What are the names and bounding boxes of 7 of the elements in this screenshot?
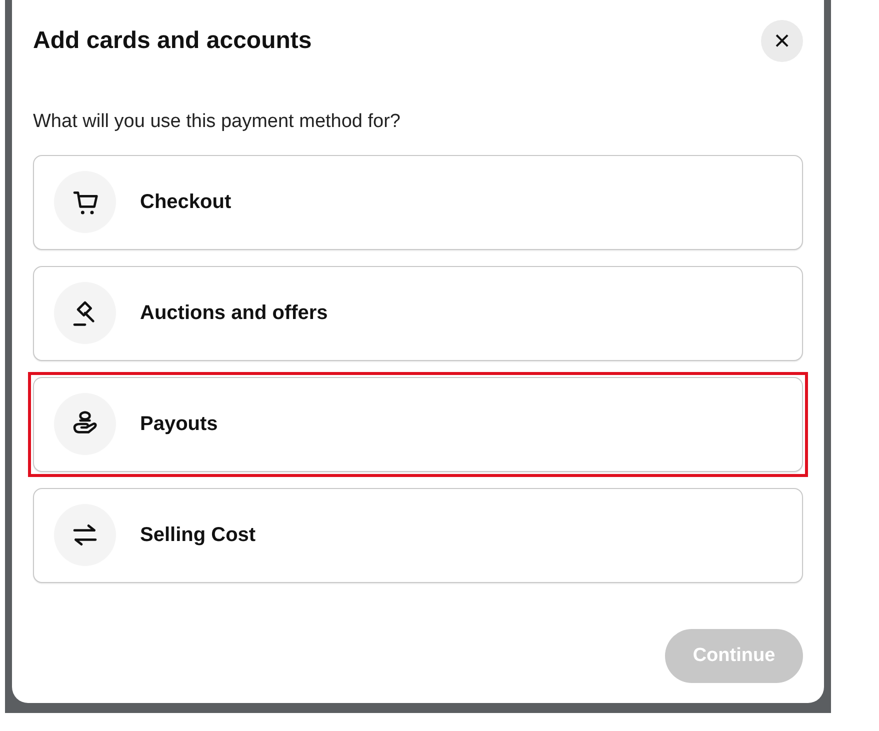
close-button[interactable]: ×	[761, 20, 803, 62]
dialog-title: Add cards and accounts	[33, 26, 312, 56]
option-card[interactable]: Payouts	[33, 376, 803, 472]
option-card[interactable]: Auctions and offers	[33, 266, 803, 360]
option-card[interactable]: Checkout	[33, 154, 803, 250]
option-card[interactable]: Selling Cost	[33, 488, 803, 582]
prompt-text: What will you use this payment method for?	[33, 110, 402, 134]
